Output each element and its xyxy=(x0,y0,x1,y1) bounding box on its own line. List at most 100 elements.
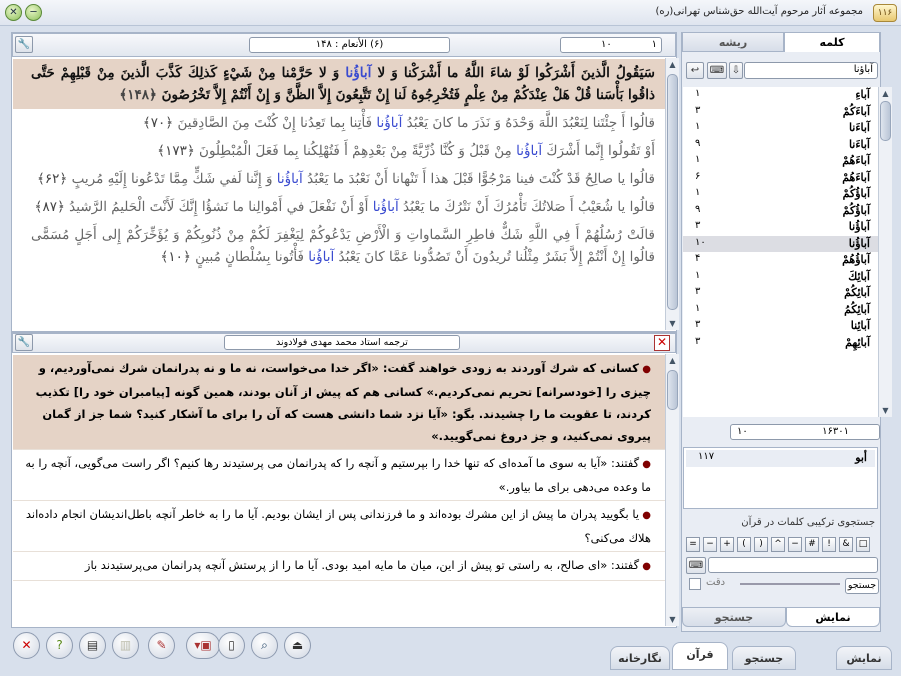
list-item[interactable]: آبائِهِمْ ۳ xyxy=(683,335,878,352)
page-icon[interactable]: ▯ xyxy=(218,632,245,659)
list-item[interactable]: آباؤُنا ۳ xyxy=(683,219,878,236)
word-text: آبائِنا xyxy=(850,319,870,332)
list-item[interactable]: آباؤُكُمْ ۹ xyxy=(683,203,878,220)
word-search-input[interactable]: آباؤنا xyxy=(744,62,878,79)
list-item[interactable]: آبائِكُمُ ۱ xyxy=(683,302,878,319)
note-icon[interactable]: ✎ xyxy=(148,632,175,659)
root-item[interactable]: أبو ۱۱۷ xyxy=(686,450,875,467)
quran-scrollbar[interactable]: ▲ ▼ xyxy=(665,58,679,330)
quran-verse[interactable]: قالُوا يا صالِحُ قَدْ كُنْتَ فينا مَرْجُ… xyxy=(13,165,665,193)
page-field-right: ۱ xyxy=(651,39,657,50)
range-slider[interactable] xyxy=(740,583,840,585)
list-item[interactable]: آباؤُهُمْ ۴ xyxy=(683,252,878,269)
quran-verse[interactable]: أَوْ تَقُولُوا إِنَّما أَشْرَكَ آباؤُنا … xyxy=(13,137,665,165)
tab-combo-display[interactable]: نمایش xyxy=(786,607,880,627)
scroll-thumb[interactable] xyxy=(880,101,891,141)
combo-search-button[interactable]: جستجو xyxy=(845,578,879,594)
tab-word[interactable]: كلمه xyxy=(784,32,880,52)
translation-verse[interactable]: ● كسانى كه شرك آوردند به زودى خواهند گفت… xyxy=(13,355,665,450)
symbol-button[interactable]: ^ xyxy=(771,537,785,552)
scroll-down-icon[interactable]: ▼ xyxy=(666,317,679,330)
keyboard-icon[interactable]: ⌨ xyxy=(707,62,727,79)
root-count: ۱۱۷ xyxy=(698,451,715,462)
close-icon[interactable]: ✕ xyxy=(13,632,40,659)
bottom-tab[interactable]: قرآن xyxy=(672,642,728,670)
scroll-up-icon[interactable]: ▲ xyxy=(666,354,679,367)
translation-verse[interactable]: ● گفتند: «آيا به سوى ما آمده‌اى كه تنها … xyxy=(13,450,665,501)
go-icon[interactable]: ↩ xyxy=(686,62,704,79)
list-item[interactable]: آباءِ ۱ xyxy=(683,87,878,104)
scroll-thumb[interactable] xyxy=(667,370,678,410)
scroll-down-icon[interactable]: ▼ xyxy=(879,404,892,417)
tab-combo-search[interactable]: جستجو xyxy=(682,607,786,627)
highlighted-word[interactable]: آباؤُنا xyxy=(277,171,303,187)
translation-text: كسانى كه شرك آوردند به زودى خواهند گفت: … xyxy=(35,361,651,443)
title-bar: ✕ ─ مجموعه آثار مرحوم آیت‌الله حق‌شناس ت… xyxy=(0,0,901,26)
scroll-thumb[interactable] xyxy=(667,74,678,310)
symbol-button[interactable]: ) xyxy=(754,537,768,552)
help-icon[interactable]: ? xyxy=(46,632,73,659)
list-item[interactable]: آباءَهُمْ ۶ xyxy=(683,170,878,187)
export-icon[interactable]: ⏏ xyxy=(284,632,311,659)
list-item[interactable]: آباءَنا ۹ xyxy=(683,137,878,154)
symbol-button[interactable]: ( xyxy=(737,537,751,552)
scroll-down-icon[interactable]: ▼ xyxy=(666,613,679,626)
quran-verse[interactable]: سَيَقُولُ الَّذينَ أَشْرَكُوا لَوْ شاءَ … xyxy=(13,59,665,109)
symbol-button[interactable]: # xyxy=(805,537,819,552)
minimize-window-button[interactable]: ─ xyxy=(25,4,42,21)
symbol-button[interactable]: − xyxy=(703,537,717,552)
symbol-button[interactable]: = xyxy=(686,537,700,552)
close-translation-button[interactable]: ✕ xyxy=(654,335,670,351)
translation-scrollbar[interactable]: ▲ ▼ xyxy=(665,354,679,626)
quran-verse[interactable]: قالُوا أَ جِئْتَنا لِنَعْبُدَ اللَّهَ وَ… xyxy=(13,109,665,137)
app-logo-icon: ۱۱۶ xyxy=(873,4,897,22)
verse-number: ﴿۷۰﴾ xyxy=(142,115,174,131)
close-window-button[interactable]: ✕ xyxy=(5,4,22,21)
symbol-button[interactable]: + xyxy=(720,537,734,552)
highlighted-word[interactable]: آباؤُنا xyxy=(308,249,334,265)
list-item[interactable]: آباءَنا ۱ xyxy=(683,120,878,137)
list-item[interactable]: آبائِكَ ۱ xyxy=(683,269,878,286)
list-item[interactable]: آبائِكُمْ ۳ xyxy=(683,285,878,302)
wrench-icon[interactable]: 🔧 xyxy=(15,36,33,53)
combo-search-input[interactable] xyxy=(708,557,878,573)
list-item[interactable]: آباؤُنا ۱۰ xyxy=(683,235,878,252)
root-list: أبو ۱۱۷ xyxy=(683,447,878,509)
word-count: ۱ xyxy=(695,154,701,165)
symbol-button[interactable]: ! xyxy=(822,537,836,552)
wrench-icon[interactable]: 🔧 xyxy=(15,334,33,351)
bookmark-icon[interactable]: ▾▣ xyxy=(186,632,220,659)
list-item[interactable]: آباءَكُمْ ۳ xyxy=(683,104,878,121)
quran-verse[interactable]: قالُوا يا شُعَيْبُ أَ صَلاتُكَ تَأْمُرُك… xyxy=(13,193,665,221)
down-arrow-icon[interactable]: ⇩ xyxy=(729,62,743,79)
exact-checkbox[interactable] xyxy=(689,578,701,590)
highlighted-word[interactable]: آباؤُنا xyxy=(345,65,371,81)
highlighted-word[interactable]: آباؤُنا xyxy=(516,143,542,159)
quran-verse[interactable]: قالَتْ رُسُلُهُمْ أَ فِي اللَّهِ شَكٌّ ف… xyxy=(13,221,665,271)
symbol-button[interactable]: & xyxy=(839,537,853,552)
surah-field[interactable]: (۶) الأنعام : ۱۴۸ xyxy=(249,37,450,53)
scroll-up-icon[interactable]: ▲ xyxy=(666,58,679,71)
print-icon[interactable]: ▤ xyxy=(79,632,106,659)
bottom-tab[interactable]: جستجو xyxy=(732,646,796,670)
highlighted-word[interactable]: آباؤُنا xyxy=(376,115,402,131)
bottom-tab[interactable]: نمایش xyxy=(836,646,892,670)
translation-verse[interactable]: ● يا بگوييد پدران ما پيش از اين مشرك بود… xyxy=(13,501,665,552)
keyboard-icon[interactable]: ⌨ xyxy=(686,557,706,574)
translation-verse[interactable]: ● گفتند: «اى صالح، به راستى تو پيش از اي… xyxy=(13,552,665,581)
symbol-button[interactable]: − xyxy=(788,537,802,552)
nav-field[interactable]: ۱۶۳۰۱ ۱۰ xyxy=(730,424,880,440)
bottom-tab[interactable]: نگارخانه xyxy=(610,646,670,670)
tab-root[interactable]: ريشه xyxy=(682,32,784,52)
book-icon[interactable]: ▥ xyxy=(112,632,139,659)
highlighted-word[interactable]: آباؤُنا xyxy=(373,199,399,215)
list-item[interactable]: آبائِنا ۳ xyxy=(683,318,878,335)
word-list-scrollbar[interactable]: ▲ ▼ xyxy=(878,87,892,417)
search-icon[interactable]: ⌕ xyxy=(251,632,278,659)
list-item[interactable]: آباؤُكُمْ ۱ xyxy=(683,186,878,203)
symbol-button[interactable]: □ xyxy=(856,537,870,552)
list-item[interactable]: آباءَهُمْ ۱ xyxy=(683,153,878,170)
page-range-field[interactable]: ۱ ۱۰ xyxy=(560,37,662,53)
verse-number: ﴿۱۰﴾ xyxy=(160,249,191,265)
scroll-up-icon[interactable]: ▲ xyxy=(879,87,892,100)
